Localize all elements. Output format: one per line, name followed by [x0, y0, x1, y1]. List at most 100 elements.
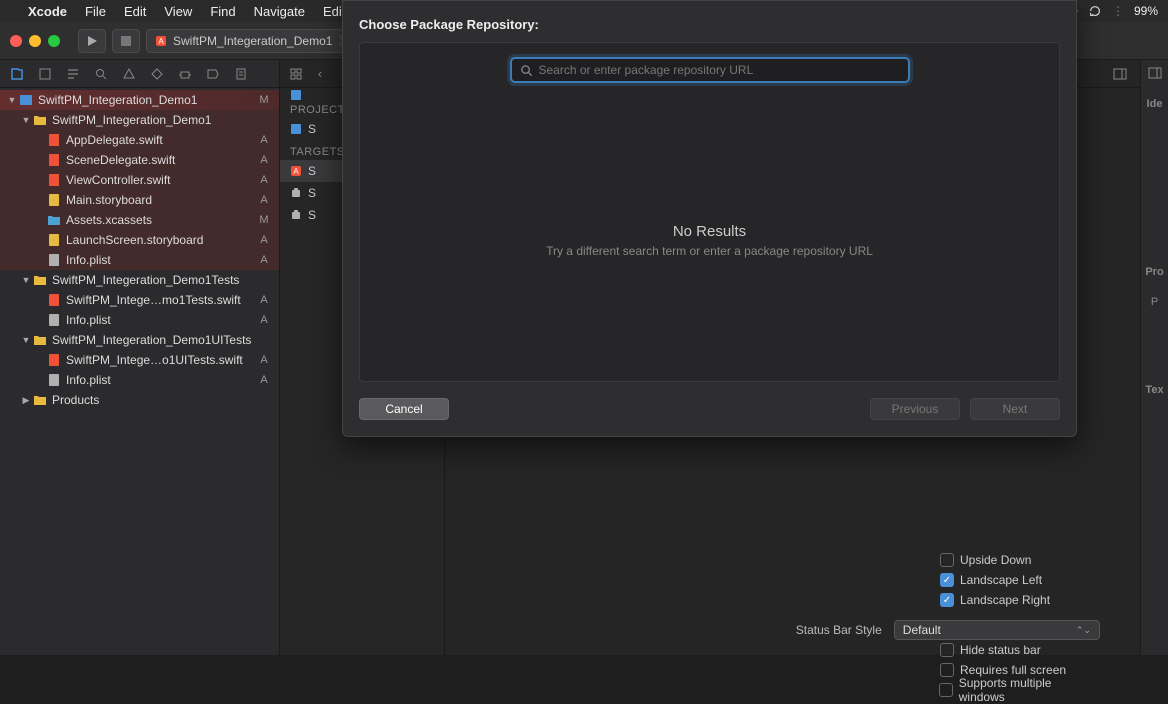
- no-results-title: No Results: [374, 223, 1045, 240]
- tree-row[interactable]: Info.plistA: [0, 250, 279, 270]
- disclosure-triangle-icon[interactable]: ▼: [20, 115, 32, 125]
- menu-file[interactable]: File: [85, 4, 106, 19]
- checkbox-label: Landscape Left: [960, 573, 1042, 587]
- tree-row[interactable]: ViewController.swiftA: [0, 170, 279, 190]
- tree-row[interactable]: ▶ Products: [0, 390, 279, 410]
- symbol-navigator-tab[interactable]: [64, 65, 82, 83]
- tree-row[interactable]: Info.plistA: [0, 310, 279, 330]
- scm-badge: A: [257, 254, 271, 266]
- project-navigator-tab[interactable]: [8, 65, 26, 83]
- menu-edit[interactable]: Edit: [124, 4, 146, 19]
- storyboard-icon: [46, 192, 62, 208]
- tree-row[interactable]: Main.storyboardA: [0, 190, 279, 210]
- scm-badge: M: [257, 94, 271, 106]
- disclosure-triangle-icon[interactable]: ▼: [6, 95, 18, 105]
- issue-navigator-tab[interactable]: [120, 65, 138, 83]
- checkbox-landscape-right[interactable]: ✓: [940, 593, 954, 607]
- scm-badge: A: [257, 134, 271, 146]
- checkbox-landscape-left[interactable]: ✓: [940, 573, 954, 587]
- tree-label: SwiftPM_Integeration_Demo1: [38, 93, 257, 107]
- window-minimize-button[interactable]: [29, 35, 41, 47]
- test-navigator-tab[interactable]: [148, 65, 166, 83]
- app-name[interactable]: Xcode: [28, 4, 67, 19]
- tree-root[interactable]: ▼ SwiftPM_Integeration_Demo1 M: [0, 90, 279, 110]
- inspector-layout-icon[interactable]: [1148, 66, 1162, 80]
- scm-badge: A: [257, 154, 271, 166]
- swift-icon: [46, 152, 62, 168]
- window-close-button[interactable]: [10, 35, 22, 47]
- debug-navigator-tab[interactable]: [176, 65, 194, 83]
- plist-icon: [46, 252, 62, 268]
- tree-label: SwiftPM_Intege…mo1Tests.swift: [66, 293, 257, 307]
- inspector-section-text: Tex: [1145, 384, 1163, 396]
- tree-label: Main.storyboard: [66, 193, 257, 207]
- scm-badge: A: [257, 234, 271, 246]
- menu-navigate[interactable]: Navigate: [254, 4, 305, 19]
- editor-layout-icon[interactable]: [1112, 66, 1128, 82]
- tree-label: Products: [52, 393, 257, 407]
- status-bluetooth-icon: ⋮: [1112, 4, 1124, 18]
- plist-icon: [46, 312, 62, 328]
- scm-badge: A: [257, 314, 271, 326]
- scm-badge: A: [257, 354, 271, 366]
- tree-label: SwiftPM_Integeration_Demo1: [52, 113, 257, 127]
- checkbox-upside-down[interactable]: [940, 553, 954, 567]
- back-icon[interactable]: ‹: [312, 66, 328, 82]
- source-control-navigator-tab[interactable]: [36, 65, 54, 83]
- find-navigator-tab[interactable]: [92, 65, 110, 83]
- report-navigator-tab[interactable]: [232, 65, 250, 83]
- stop-button[interactable]: [112, 29, 140, 53]
- inspector-section-identity: Ide: [1147, 98, 1163, 110]
- battery-percent: 99%: [1134, 4, 1158, 18]
- search-icon: [520, 64, 533, 77]
- folder-icon: [32, 112, 48, 128]
- status-bar-style-select[interactable]: Default ⌃⌄: [894, 620, 1100, 640]
- inspector-section-project-sub: P: [1151, 296, 1158, 308]
- tree-label: SwiftPM_Integeration_Demo1UITests: [52, 333, 257, 347]
- tree-row[interactable]: Info.plistA: [0, 370, 279, 390]
- folder-icon: [32, 332, 48, 348]
- tree-label: AppDelegate.swift: [66, 133, 257, 147]
- tree-row[interactable]: ▼ SwiftPM_Integeration_Demo1: [0, 110, 279, 130]
- status-refresh-icon[interactable]: [1088, 4, 1102, 18]
- tree-row[interactable]: SwiftPM_Intege…o1UITests.swiftA: [0, 350, 279, 370]
- folder-icon: [32, 392, 48, 408]
- tree-row[interactable]: SwiftPM_Intege…mo1Tests.swiftA: [0, 290, 279, 310]
- checkbox-multiple-windows[interactable]: [939, 683, 953, 697]
- disclosure-triangle-icon[interactable]: ▼: [20, 335, 32, 345]
- checkbox-label: Supports multiple windows: [959, 676, 1100, 704]
- swift-icon: [46, 132, 62, 148]
- swift-icon: [46, 172, 62, 188]
- search-field-wrapper[interactable]: [510, 57, 910, 83]
- tree-row[interactable]: ▼SwiftPM_Integeration_Demo1Tests: [0, 270, 279, 290]
- plist-icon: [46, 372, 62, 388]
- tree-label: Assets.xcassets: [66, 213, 257, 227]
- tree-row[interactable]: SceneDelegate.swiftA: [0, 150, 279, 170]
- navigator-tabs: [0, 60, 279, 88]
- deployment-settings: Upside Down ✓ Landscape Left ✓ Landscape…: [720, 550, 1100, 700]
- tree-row[interactable]: ▼ SwiftPM_Integeration_Demo1UITests: [0, 330, 279, 350]
- window-zoom-button[interactable]: [48, 35, 60, 47]
- menu-view[interactable]: View: [164, 4, 192, 19]
- navigator-panel: ▼ SwiftPM_Integeration_Demo1 M ▼SwiftPM_…: [0, 60, 280, 655]
- scheme-name: SwiftPM_Integeration_Demo1: [173, 34, 332, 48]
- checkbox-requires-full-screen[interactable]: [940, 663, 954, 677]
- disclosure-triangle-icon[interactable]: ▶: [20, 395, 32, 406]
- breakpoint-navigator-tab[interactable]: [204, 65, 222, 83]
- tree-label: SceneDelegate.swift: [66, 153, 257, 167]
- project-file-icon: [290, 89, 302, 101]
- cancel-button[interactable]: Cancel: [359, 398, 449, 420]
- related-items-icon[interactable]: [288, 66, 304, 82]
- package-search-input[interactable]: [539, 63, 900, 77]
- checkbox-label: Landscape Right: [960, 593, 1050, 607]
- tree-row[interactable]: AppDelegate.swiftA: [0, 130, 279, 150]
- run-button[interactable]: [78, 29, 106, 53]
- menu-find[interactable]: Find: [210, 4, 235, 19]
- disclosure-triangle-icon[interactable]: ▼: [20, 275, 32, 285]
- dialog-title: Choose Package Repository:: [359, 17, 1060, 32]
- tree-row[interactable]: LaunchScreen.storyboardA: [0, 230, 279, 250]
- tree-row[interactable]: Assets.xcassetsM: [0, 210, 279, 230]
- scm-badge: A: [257, 374, 271, 386]
- storyboard-icon: [46, 232, 62, 248]
- chevron-updown-icon: ⌃⌄: [1076, 625, 1091, 636]
